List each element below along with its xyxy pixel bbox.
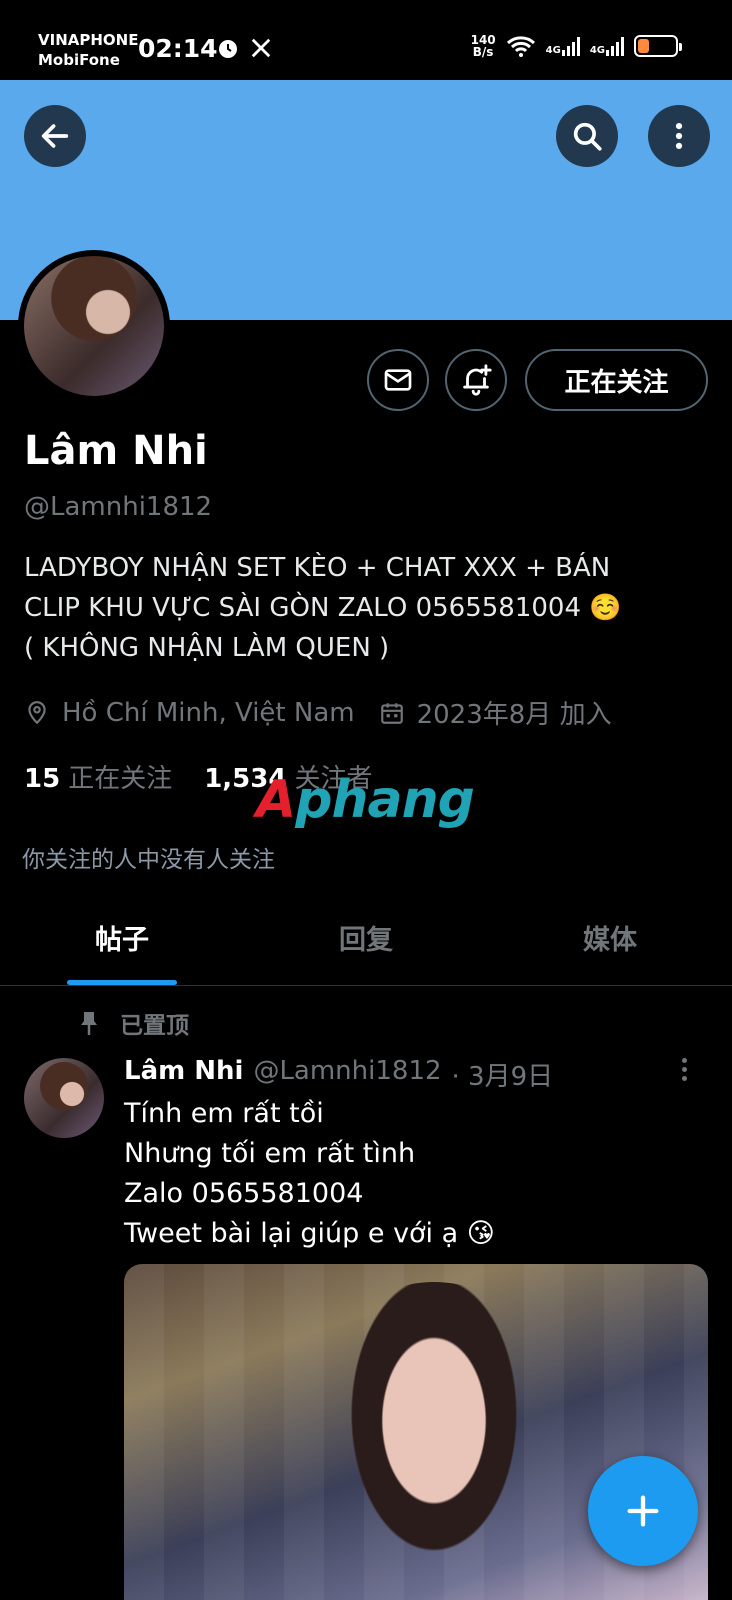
battery-icon xyxy=(634,35,682,57)
tweet-line: Tweet bài lại giúp e với ạ 😘 xyxy=(124,1218,495,1249)
more-vertical-icon xyxy=(675,122,683,150)
pinned-indicator: 已置顶 xyxy=(78,1006,189,1040)
tab-media[interactable]: 媒体 xyxy=(488,890,732,985)
profile-tabs: 帖子 回复 媒体 xyxy=(0,890,732,986)
message-button[interactable] xyxy=(367,349,429,411)
followed-by-note: 你关注的人中没有人关注 xyxy=(22,847,275,873)
more-options-button[interactable] xyxy=(648,105,710,167)
tweet-line: Nhưng tối em rất tình xyxy=(124,1138,416,1169)
wifi-icon xyxy=(506,36,535,57)
following-button[interactable]: 正在关注 xyxy=(525,349,708,411)
profile-avatar[interactable] xyxy=(18,250,170,402)
joined-date: 2023年8月 加入 xyxy=(416,700,612,730)
carrier-1: VINAPHONE xyxy=(38,31,139,49)
following-count-link[interactable]: 15 正在关注 xyxy=(24,758,172,795)
location-icon xyxy=(24,700,50,726)
tweet-avatar[interactable] xyxy=(24,1058,104,1138)
arrow-left-icon xyxy=(41,124,69,148)
calendar-icon xyxy=(379,700,405,726)
tweet-line: Tính em rất tồi xyxy=(124,1098,324,1129)
tweet-author-handle[interactable]: @Lamnhi1812 xyxy=(253,1056,441,1093)
search-icon xyxy=(573,122,602,151)
back-button[interactable] xyxy=(24,105,86,167)
bio-line: ( KHÔNG NHẬN LÀM QUEN ) xyxy=(24,633,390,663)
tweet-more-button[interactable] xyxy=(682,1058,687,1081)
bell-plus-icon xyxy=(463,364,492,396)
system-icons: 140 B/s 4G 4G xyxy=(470,33,682,59)
tab-posts[interactable]: 帖子 xyxy=(0,890,244,985)
watermark-logo: Aphang xyxy=(256,770,475,830)
tweet-header: Lâm Nhi @Lamnhi1812 · 3月9日 xyxy=(124,1056,553,1093)
tweet-author-name[interactable]: Lâm Nhi xyxy=(124,1056,243,1093)
mail-icon xyxy=(384,369,412,391)
plus-icon xyxy=(627,1495,659,1527)
profile-bio: LADYBOY NHẬN SET KÈO + CHAT XXX + BÁN CL… xyxy=(24,548,714,668)
net-speed: 140 B/s xyxy=(470,33,496,59)
profile-name: Lâm Nhi xyxy=(24,428,208,474)
notifications-button[interactable] xyxy=(445,349,507,411)
location-text: Hồ Chí Minh, Việt Nam xyxy=(62,697,355,728)
status-bar: VINAPHONE MobiFone 02:14 140 B/s 4G 4G xyxy=(0,0,732,80)
carrier-2: MobiFone xyxy=(38,51,120,69)
search-button[interactable] xyxy=(556,105,618,167)
notification-icons xyxy=(216,36,272,60)
alarm-icon xyxy=(219,40,237,58)
pin-icon xyxy=(81,1012,97,1035)
profile-meta: Hồ Chí Minh, Việt Nam 2023年8月 加入 xyxy=(24,694,612,731)
tweet-date: · 3月9日 xyxy=(451,1062,554,1092)
tweet-text: Tính em rất tồi Nhưng tối em rất tình Za… xyxy=(124,1094,704,1254)
bio-line: LADYBOY NHẬN SET KÈO + CHAT XXX + BÁN xyxy=(24,553,611,583)
signal-icon-1: 4G xyxy=(546,36,580,56)
bio-line: CLIP KHU VỰC SÀI GÒN ZALO 0565581004 ☺️ xyxy=(24,593,622,623)
clock: 02:14 xyxy=(138,34,218,63)
profile-handle: @Lamnhi1812 xyxy=(24,492,213,522)
compose-button[interactable] xyxy=(588,1456,698,1566)
x-logo-icon xyxy=(251,38,271,58)
signal-icon-2: 4G xyxy=(590,36,624,56)
tweet-line: Zalo 0565581004 xyxy=(124,1178,364,1209)
tab-replies[interactable]: 回复 xyxy=(244,890,488,985)
carrier-names: VINAPHONE MobiFone xyxy=(38,30,138,70)
pinned-label: 已置顶 xyxy=(120,1013,189,1039)
